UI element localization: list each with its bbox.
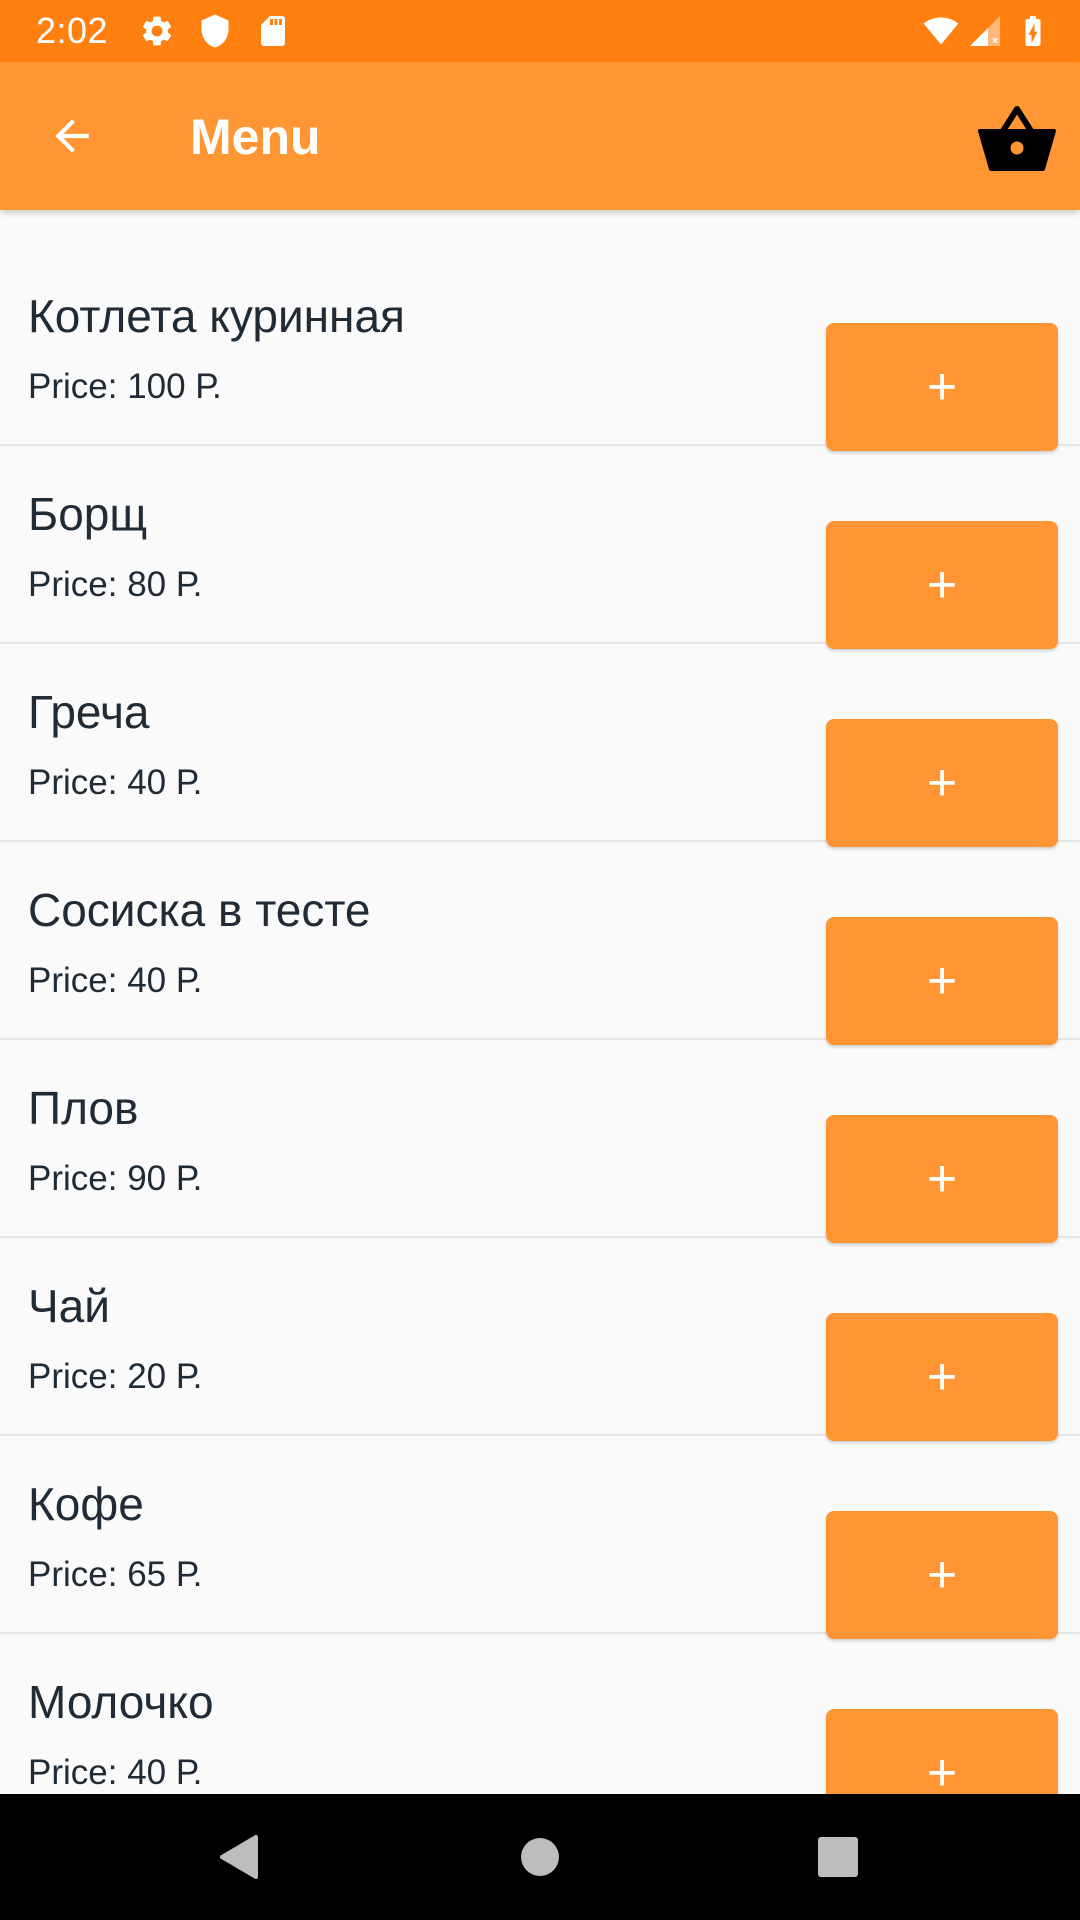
menu-item: Сосиска в тесте Price: 40 Р. + <box>0 842 1080 1045</box>
item-name: Сосиска в тесте <box>28 884 371 936</box>
menu-item: Котлета куринная Price: 100 Р. + <box>0 248 1080 451</box>
add-to-cart-button[interactable]: + <box>826 1709 1058 1794</box>
status-bar: 2:02 <box>0 0 1080 62</box>
add-to-cart-button[interactable]: + <box>826 917 1058 1045</box>
item-price: Price: 90 Р. <box>28 1159 203 1198</box>
nav-back-button[interactable] <box>208 1827 268 1887</box>
item-name: Греча <box>28 686 150 738</box>
cart-button[interactable] <box>972 92 1062 182</box>
app-bar: Menu <box>0 62 1080 210</box>
item-name: Молочко <box>28 1676 214 1728</box>
menu-item: Греча Price: 40 Р. + <box>0 644 1080 847</box>
item-price: Price: 65 Р. <box>28 1555 203 1594</box>
signal-icon <box>970 16 1000 46</box>
item-price: Price: 100 Р. <box>28 367 222 406</box>
recents-square-icon <box>818 1837 858 1877</box>
basket-icon <box>978 106 1056 171</box>
add-to-cart-button[interactable]: + <box>826 323 1058 451</box>
back-button[interactable] <box>36 100 108 172</box>
menu-item: Молочко Price: 40 Р. + <box>0 1634 1080 1794</box>
item-price: Price: 80 Р. <box>28 565 203 604</box>
item-price: Price: 40 Р. <box>28 763 203 802</box>
menu-item: Борщ Price: 80 Р. + <box>0 446 1080 649</box>
shield-icon <box>201 14 229 48</box>
navigation-bar <box>0 1794 1080 1920</box>
item-name: Борщ <box>28 488 148 540</box>
add-to-cart-button[interactable]: + <box>826 521 1058 649</box>
arrow-back-icon <box>55 119 89 153</box>
item-name: Котлета куринная <box>28 290 405 342</box>
sd-card-icon <box>261 16 285 46</box>
item-name: Плов <box>28 1082 139 1134</box>
home-circle-icon <box>521 1838 559 1876</box>
menu-item: Чай Price: 20 Р. + <box>0 1238 1080 1441</box>
add-to-cart-button[interactable]: + <box>826 719 1058 847</box>
page-title: Menu <box>190 109 321 165</box>
back-triangle-icon <box>220 1835 258 1879</box>
item-price: Price: 40 Р. <box>28 961 203 1000</box>
item-name: Кофе <box>28 1478 144 1530</box>
menu-item: Плов Price: 90 Р. + <box>0 1040 1080 1243</box>
item-price: Price: 20 Р. <box>28 1357 203 1396</box>
nav-home-button[interactable] <box>510 1827 570 1887</box>
wifi-icon <box>923 17 959 45</box>
settings-icon <box>142 16 172 46</box>
add-to-cart-button[interactable]: + <box>826 1115 1058 1243</box>
add-to-cart-button[interactable]: + <box>826 1511 1058 1639</box>
item-name: Чай <box>28 1280 110 1332</box>
battery-icon <box>1025 16 1041 46</box>
menu-item: Кофе Price: 65 Р. + <box>0 1436 1080 1639</box>
status-time: 2:02 <box>36 10 109 51</box>
menu-list: Котлета куринная Price: 100 Р. + Борщ Pr… <box>0 210 1080 1794</box>
add-to-cart-button[interactable]: + <box>826 1313 1058 1441</box>
item-price: Price: 40 Р. <box>28 1753 203 1792</box>
nav-recents-button[interactable] <box>808 1827 868 1887</box>
